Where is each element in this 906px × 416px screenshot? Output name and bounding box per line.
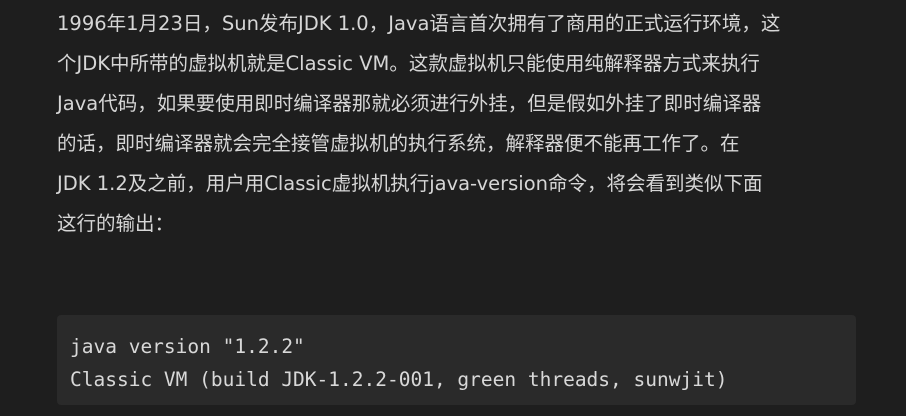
- paragraph-line: 的话，即时编译器就会完全接管虚拟机的执行系统，解释器便不能再工作了。在: [57, 132, 740, 155]
- paragraph-line: Java代码，如果要使用即时编译器那就必须进行外挂，但是假如外挂了即时编译器: [57, 92, 762, 115]
- article-paragraph: 1996年1月23日，Sun发布JDK 1.0，Java语言首次拥有了商用的正式…: [57, 0, 857, 244]
- paragraph-line: 个JDK中所带的虚拟机就是Classic VM。这款虚拟机只能使用纯解释器方式来…: [57, 52, 760, 75]
- paragraph-line: 这行的输出：: [57, 212, 175, 235]
- code-block[interactable]: java version "1.2.2" Classic VM (build J…: [57, 315, 856, 405]
- code-line: java version "1.2.2": [70, 335, 305, 358]
- paragraph-line: JDK 1.2及之前，用户用Classic虚拟机执行java-version命令…: [57, 172, 763, 195]
- paragraph-line: 1996年1月23日，Sun发布JDK 1.0，Java语言首次拥有了商用的正式…: [57, 12, 781, 35]
- code-line: Classic VM (build JDK-1.2.2-001, green t…: [70, 368, 728, 391]
- article-body: 1996年1月23日，Sun发布JDK 1.0，Java语言首次拥有了商用的正式…: [57, 0, 857, 244]
